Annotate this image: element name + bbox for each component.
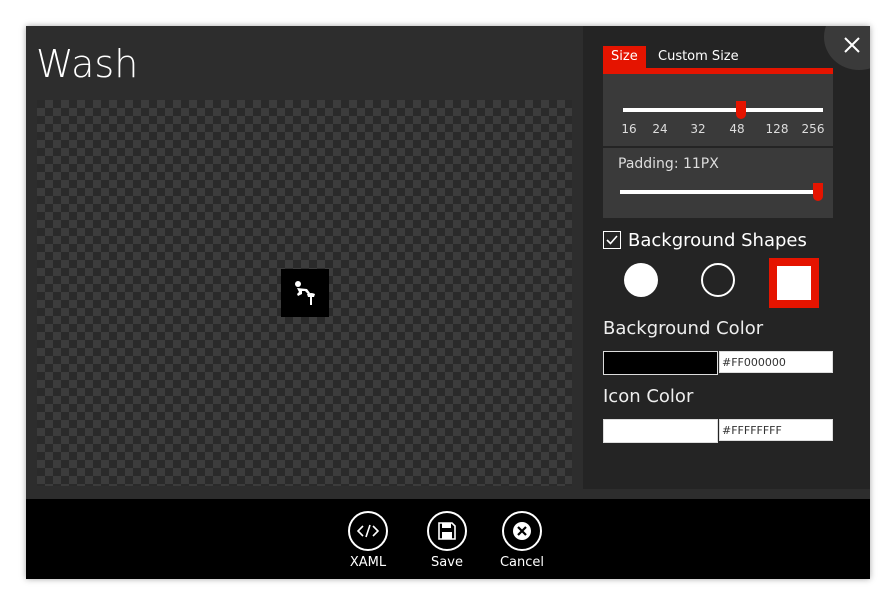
shape-square-selected[interactable] <box>769 258 819 308</box>
settings-panel: Size Custom Size 16 24 32 48 128 256 Pad… <box>583 26 870 489</box>
xaml-label: XAML <box>349 555 387 570</box>
background-shapes-checkbox[interactable] <box>603 231 621 249</box>
background-color-swatch[interactable] <box>603 351 718 375</box>
cancel-icon-circle <box>502 511 542 551</box>
checkmark-icon <box>606 235 618 245</box>
background-color-row <box>603 351 833 375</box>
padding-slider-track[interactable] <box>620 190 818 194</box>
background-color-input[interactable] <box>719 351 833 373</box>
page-title: Wash <box>36 42 139 86</box>
preview-canvas <box>37 100 572 486</box>
icon-color-input[interactable] <box>719 419 833 441</box>
size-slider-box: 16 24 32 48 128 256 <box>603 74 833 146</box>
padding-slider-thumb[interactable] <box>813 183 823 201</box>
code-icon <box>357 524 379 538</box>
background-color-label: Background Color <box>603 318 764 339</box>
filled-circle-icon <box>624 263 658 297</box>
icon-color-label: Icon Color <box>603 386 694 407</box>
cancel-label: Cancel <box>499 555 545 570</box>
close-icon <box>844 37 860 53</box>
tab-size[interactable]: Size <box>603 46 646 68</box>
size-tick: 48 <box>729 122 745 136</box>
xaml-button[interactable]: XAML <box>333 511 403 571</box>
size-tabs: Size Custom Size <box>603 46 833 74</box>
save-label: Save <box>431 555 463 570</box>
size-tick: 128 <box>765 122 789 136</box>
icon-editor-window: Wash Size Custom Size 16 24 32 48 128 25… <box>26 26 870 579</box>
person-washing-icon <box>295 281 315 305</box>
size-tick: 32 <box>690 122 706 136</box>
size-slider-thumb[interactable] <box>736 101 746 119</box>
size-tick: 24 <box>652 122 668 136</box>
background-shapes-label: Background Shapes <box>628 229 807 251</box>
save-button[interactable]: Save <box>412 511 482 571</box>
shape-outline-circle[interactable] <box>698 260 738 300</box>
square-icon <box>769 258 819 308</box>
size-slider-track[interactable] <box>623 108 823 112</box>
save-icon-circle <box>427 511 467 551</box>
code-icon-circle <box>348 511 388 551</box>
background-shapes-toggle[interactable]: Background Shapes <box>603 228 807 252</box>
cancel-button[interactable]: Cancel <box>487 511 557 571</box>
icon-color-row <box>603 419 833 443</box>
padding-label: Padding: 11PX <box>618 156 719 172</box>
size-tick: 16 <box>621 122 637 136</box>
shape-filled-circle[interactable] <box>621 260 661 300</box>
close-button[interactable] <box>841 34 863 56</box>
icon-preview <box>281 269 329 317</box>
cancel-icon <box>513 522 531 540</box>
outline-circle-icon <box>701 263 735 297</box>
save-icon <box>438 522 456 540</box>
size-tick: 256 <box>801 122 825 136</box>
padding-box: Padding: 11PX <box>603 148 833 218</box>
footer-toolbar: XAML Save Cancel <box>26 499 870 579</box>
tab-custom-size[interactable]: Custom Size <box>650 46 747 68</box>
icon-color-swatch[interactable] <box>603 419 718 443</box>
